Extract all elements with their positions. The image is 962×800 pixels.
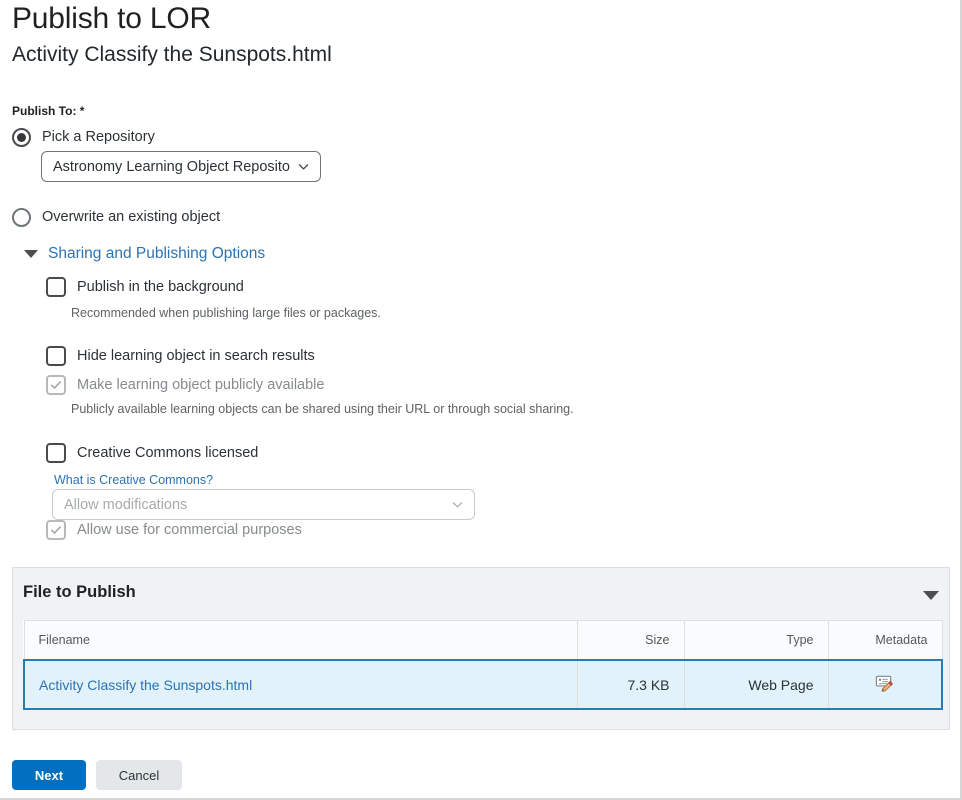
table-row[interactable]: Activity Classify the Sunspots.html 7.3 … [23, 659, 943, 710]
metadata-edit-icon[interactable] [874, 673, 895, 694]
file-to-publish-header: File to Publish [13, 568, 949, 620]
chevron-down-icon [451, 498, 464, 511]
sharing-and-publishing-options-label: Sharing and Publishing Options [48, 245, 266, 262]
repository-select-value: Astronomy Learning Object Repository [53, 158, 291, 175]
cell-size: 7.3 KB [576, 659, 685, 710]
help-publish-in-background: Recommended when publishing large files … [71, 306, 381, 320]
checkbox-make-publicly-available: Make learning object publicly available [46, 375, 324, 395]
checkbox-make-publicly-available-label: Make learning object publicly available [77, 376, 325, 393]
publish-to-lor-page: Publish to LOR Activity Classify the Sun… [0, 0, 962, 800]
cell-filename: Activity Classify the Sunspots.html [23, 659, 578, 710]
next-button[interactable]: Next [12, 760, 86, 790]
required-asterisk: * [79, 104, 85, 118]
checkbox-publish-in-background[interactable]: Publish in the background [46, 277, 244, 297]
file-to-publish-panel: File to Publish Filename Size Type Metad… [12, 567, 950, 730]
radio-dot [17, 133, 26, 142]
cancel-button[interactable]: Cancel [96, 760, 182, 790]
allow-modifications-select-value: Allow modifications [64, 496, 188, 513]
checkbox-hide-in-search-results[interactable]: Hide learning object in search results [46, 346, 315, 366]
radio-overwrite-existing-object[interactable]: Overwrite an existing object [12, 208, 220, 227]
page-title: Publish to LOR [12, 2, 211, 35]
page-subtitle: Activity Classify the Sunspots.html [12, 43, 332, 66]
checkbox-creative-commons-licensed-label: Creative Commons licensed [77, 444, 259, 461]
checkbox-unchecked-icon[interactable] [46, 346, 66, 366]
checkbox-unchecked-icon[interactable] [46, 277, 66, 297]
column-header-size[interactable]: Size [576, 620, 685, 661]
radio-selected-icon[interactable] [12, 128, 31, 147]
what-is-creative-commons-link[interactable]: What is Creative Commons? [54, 473, 213, 487]
panel-collapse-toggle[interactable] [923, 587, 939, 605]
help-make-publicly-available: Publicly available learning objects can … [71, 402, 574, 416]
checkbox-allow-commercial-use-label: Allow use for commercial purposes [77, 521, 302, 538]
checkbox-allow-commercial-use: Allow use for commercial purposes [46, 520, 302, 540]
radio-pick-a-repository-label: Pick a Repository [42, 129, 155, 146]
file-name-link[interactable]: Activity Classify the Sunspots.html [39, 677, 252, 693]
allow-modifications-select: Allow modifications [52, 489, 475, 520]
triangle-down-icon [24, 250, 38, 258]
repository-select[interactable]: Astronomy Learning Object Repository [41, 151, 321, 182]
checkbox-hide-in-search-results-label: Hide learning object in search results [77, 347, 315, 364]
file-table: Filename Size Type Metadata Activity Cla… [23, 620, 943, 710]
radio-unselected-icon[interactable] [12, 208, 31, 227]
checkbox-creative-commons-licensed[interactable]: Creative Commons licensed [46, 443, 258, 463]
cell-type: Web Page [683, 659, 829, 710]
cell-metadata [827, 659, 943, 710]
column-header-metadata[interactable]: Metadata [827, 620, 943, 661]
publish-to-label: Publish To: * [12, 104, 84, 118]
sharing-and-publishing-options-toggle[interactable]: Sharing and Publishing Options [24, 245, 265, 263]
checkbox-checked-disabled-icon [46, 375, 66, 395]
table-header-row: Filename Size Type Metadata [23, 620, 943, 661]
chevron-down-icon [297, 160, 310, 173]
checkbox-checked-disabled-icon [46, 520, 66, 540]
publish-to-label-text: Publish To: [12, 104, 77, 118]
triangle-down-icon [923, 591, 939, 600]
radio-overwrite-existing-object-label: Overwrite an existing object [42, 209, 221, 226]
radio-pick-a-repository[interactable]: Pick a Repository [12, 128, 155, 147]
file-to-publish-title: File to Publish [23, 583, 136, 601]
column-header-type[interactable]: Type [683, 620, 829, 661]
checkbox-unchecked-icon[interactable] [46, 443, 66, 463]
column-header-filename[interactable]: Filename [23, 620, 578, 661]
checkbox-publish-in-background-label: Publish in the background [77, 278, 244, 295]
